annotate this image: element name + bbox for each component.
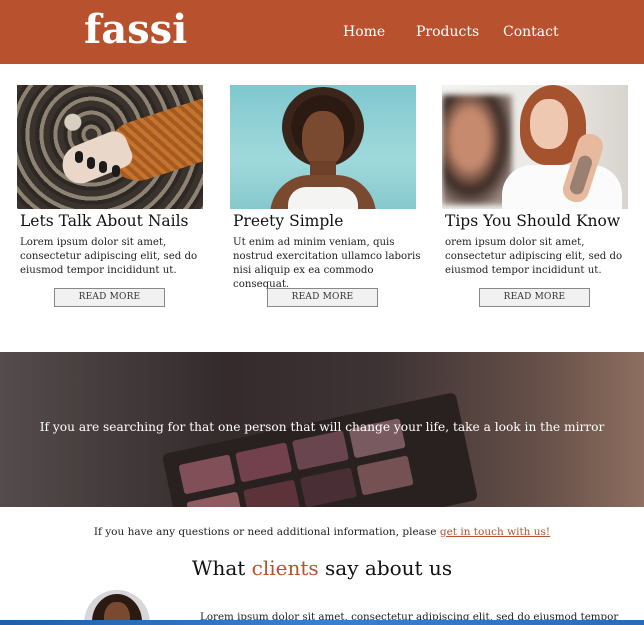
- bottom-strip: [0, 620, 644, 625]
- nav-products-link[interactable]: Products: [416, 24, 479, 40]
- read-more-button[interactable]: READ MORE: [267, 288, 378, 307]
- contact-text: If you have any questions or need additi…: [93, 526, 440, 538]
- card-title: Preety Simple: [233, 212, 344, 230]
- card-title: Lets Talk About Nails: [20, 212, 189, 230]
- blog-card-simple: Preety Simple Ut enim ad minim veniam, q…: [230, 85, 421, 307]
- contact-prompt: If you have any questions or need additi…: [0, 526, 644, 538]
- banner-quote: If you are searching for that one person…: [39, 420, 605, 434]
- main-nav: Home Products Contact: [0, 24, 644, 44]
- card-title: Tips You Should Know: [445, 212, 621, 230]
- clients-heading-part2: say about us: [318, 556, 453, 580]
- clients-heading-part1: What: [191, 556, 252, 580]
- blog-card-tips: Tips You Should Know orem ipsum dolor si…: [442, 85, 632, 307]
- get-in-touch-link[interactable]: get in touch with us!: [440, 526, 550, 538]
- quote-banner: If you are searching for that one person…: [0, 352, 644, 507]
- card-text: Lorem ipsum dolor sit amet, consectetur …: [20, 237, 198, 276]
- clients-heading-accent: clients: [251, 556, 319, 580]
- nails-image: [17, 85, 203, 209]
- card-text: orem ipsum dolor sit amet, consectetur a…: [445, 237, 623, 276]
- portrait-image: [230, 85, 416, 209]
- clients-heading: What clients say about us: [0, 556, 644, 580]
- makeup-image: [442, 85, 628, 209]
- blog-card-nails: Lets Talk About Nails Lorem ipsum dolor …: [17, 85, 207, 307]
- nav-home-link[interactable]: Home: [343, 24, 385, 40]
- read-more-button[interactable]: READ MORE: [54, 288, 165, 307]
- nav-contact-link[interactable]: Contact: [503, 24, 559, 40]
- card-text: Ut enim ad minim veniam, quis nostrud ex…: [233, 237, 421, 290]
- read-more-button[interactable]: READ MORE: [479, 288, 590, 307]
- site-header: fassi Home Products Contact: [0, 0, 644, 64]
